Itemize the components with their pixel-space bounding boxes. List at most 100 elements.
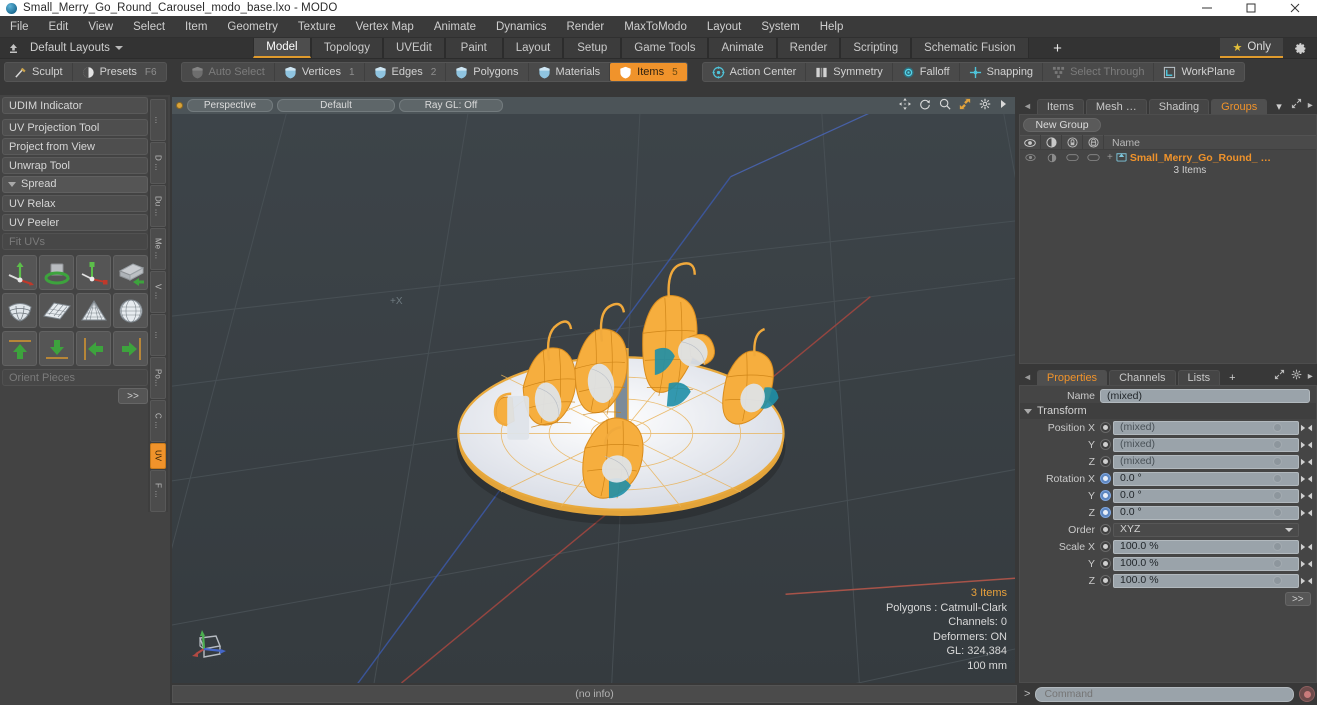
- layout-tab-model[interactable]: Model: [252, 38, 311, 58]
- transform-section-header[interactable]: Transform: [1020, 403, 1316, 419]
- left-vtab-7[interactable]: C …: [150, 400, 166, 442]
- more-icon[interactable]: ▸: [1308, 371, 1313, 382]
- toolbar-button-edges[interactable]: Edges 2: [365, 63, 447, 81]
- layout-tab-setup[interactable]: Setup: [563, 38, 622, 58]
- property-value-field[interactable]: 0.0 °: [1113, 488, 1299, 503]
- view-mode-selector[interactable]: Perspective: [187, 99, 273, 112]
- left-vtab-0[interactable]: …: [150, 99, 166, 141]
- toolbar-button-items[interactable]: Items 5: [610, 63, 687, 81]
- property-value-field[interactable]: XYZ: [1113, 522, 1299, 537]
- tab-lists[interactable]: Lists: [1177, 370, 1221, 385]
- menu-item-dynamics[interactable]: Dynamics: [486, 16, 556, 38]
- property-value-field[interactable]: 100.0 %: [1113, 556, 1299, 571]
- toolbar-button-falloff[interactable]: Falloff: [893, 63, 960, 81]
- uv-scale-icon[interactable]: [76, 255, 111, 290]
- expand-icon[interactable]: [1291, 98, 1302, 112]
- name-field[interactable]: (mixed): [1100, 389, 1310, 403]
- chevron-down-icon[interactable]: ▾: [1269, 99, 1289, 114]
- menu-item-maxtomodo[interactable]: MaxToModo: [614, 16, 697, 38]
- property-channel-toggle[interactable]: [1100, 439, 1111, 450]
- row-visibility-toggle[interactable]: [1020, 150, 1041, 165]
- expand-icon[interactable]: [1274, 369, 1285, 383]
- property-value-field[interactable]: (mixed): [1113, 437, 1299, 452]
- property-spinner[interactable]: [1299, 506, 1314, 520]
- layout-tab-layout[interactable]: Layout: [502, 38, 564, 58]
- property-keyframe-dot[interactable]: [1272, 423, 1282, 432]
- property-keyframe-dot[interactable]: [1272, 576, 1282, 585]
- toolbar-button-polygons[interactable]: Polygons: [446, 63, 529, 81]
- uv-grid-sphere-icon[interactable]: [113, 293, 148, 328]
- property-value-field[interactable]: 0.0 °: [1113, 471, 1299, 486]
- toolbar-button-select-through[interactable]: Select Through: [1043, 63, 1155, 81]
- uv-grid-cone-icon[interactable]: [76, 293, 111, 328]
- menu-item-file[interactable]: File: [0, 16, 39, 38]
- maximize-button[interactable]: [1229, 0, 1273, 16]
- property-value-field[interactable]: 100.0 %: [1113, 539, 1299, 554]
- shading-preset-selector[interactable]: Default: [277, 99, 395, 112]
- toolbar-button-vertices[interactable]: Vertices 1: [275, 63, 365, 81]
- layout-tab-render[interactable]: Render: [776, 38, 841, 58]
- property-channel-toggle[interactable]: [1100, 507, 1111, 518]
- orient-pieces-button[interactable]: Orient Pieces: [2, 369, 148, 386]
- property-keyframe-dot[interactable]: [1272, 508, 1282, 517]
- property-value-field[interactable]: 100.0 %: [1113, 573, 1299, 588]
- left-vtab-2[interactable]: Du …: [150, 185, 166, 227]
- menu-item-animate[interactable]: Animate: [424, 16, 486, 38]
- only-toggle-button[interactable]: ★ Only: [1220, 38, 1283, 58]
- property-value-field[interactable]: (mixed): [1113, 454, 1299, 469]
- property-channel-toggle[interactable]: [1100, 490, 1111, 501]
- property-keyframe-dot[interactable]: [1272, 491, 1282, 500]
- menu-item-edit[interactable]: Edit: [39, 16, 79, 38]
- new-group-button[interactable]: New Group: [1023, 118, 1101, 132]
- layout-tab-game-tools[interactable]: Game Tools: [621, 38, 709, 58]
- chevron-down-icon[interactable]: [1284, 527, 1293, 532]
- pan-icon[interactable]: [899, 98, 911, 113]
- menu-item-help[interactable]: Help: [810, 16, 854, 38]
- property-channel-toggle[interactable]: [1100, 473, 1111, 484]
- layout-tab-scripting[interactable]: Scripting: [840, 38, 912, 58]
- menu-item-texture[interactable]: Texture: [288, 16, 346, 38]
- row-lock-toggle[interactable]: [1062, 150, 1083, 165]
- toolbar-button-presets[interactable]: Presets F6: [73, 63, 166, 81]
- menu-item-system[interactable]: System: [751, 16, 809, 38]
- command-input[interactable]: [1035, 686, 1294, 702]
- more-icon[interactable]: [999, 99, 1007, 112]
- toolbar-button-workplane[interactable]: WorkPlane: [1154, 63, 1244, 81]
- tab-shading[interactable]: Shading: [1148, 99, 1210, 114]
- left-vtab-4[interactable]: V …: [150, 271, 166, 313]
- zoom-icon[interactable]: [939, 98, 951, 113]
- property-keyframe-dot[interactable]: [1272, 457, 1282, 466]
- property-channel-toggle[interactable]: [1100, 575, 1111, 586]
- viewport-settings-icon[interactable]: [979, 98, 991, 113]
- project-from-view-button[interactable]: Project from View: [2, 138, 148, 155]
- align-up-icon[interactable]: [2, 331, 37, 366]
- lock-icon[interactable]: [1062, 135, 1083, 150]
- table-row[interactable]: + Small_Merry_Go_Round_ …: [1020, 150, 1316, 165]
- property-keyframe-dot[interactable]: [1272, 474, 1282, 483]
- property-channel-toggle[interactable]: [1100, 524, 1111, 535]
- udim-indicator-button[interactable]: UDIM Indicator: [2, 97, 148, 114]
- raygl-toggle[interactable]: Ray GL: Off: [399, 99, 503, 112]
- uv-flip-icon[interactable]: [113, 255, 148, 290]
- layout-tab-uvedit[interactable]: UVEdit: [382, 38, 445, 58]
- tab-items[interactable]: Items: [1036, 99, 1084, 114]
- more-icon[interactable]: ▸: [1308, 100, 1313, 111]
- align-left-icon[interactable]: [76, 331, 111, 366]
- property-spinner[interactable]: [1299, 540, 1314, 554]
- layout-home-icon[interactable]: [0, 38, 26, 58]
- unwrap-tool-button[interactable]: Unwrap Tool: [2, 157, 148, 174]
- property-keyframe-dot[interactable]: [1272, 559, 1282, 568]
- left-vtab-5[interactable]: …: [150, 314, 166, 356]
- toolbar-button-auto-select[interactable]: Auto Select: [182, 63, 275, 81]
- property-channel-toggle[interactable]: [1100, 558, 1111, 569]
- uv-projection-tool-button[interactable]: UV Projection Tool: [2, 119, 148, 136]
- property-spinner[interactable]: [1299, 472, 1314, 486]
- menu-item-vertex-map[interactable]: Vertex Map: [346, 16, 424, 38]
- property-spinner[interactable]: [1299, 455, 1314, 469]
- tab-channels[interactable]: Channels: [1109, 370, 1176, 385]
- property-channel-toggle[interactable]: [1100, 456, 1111, 467]
- tab-groups[interactable]: Groups: [1211, 99, 1268, 114]
- left-vtab-6[interactable]: Po…: [150, 357, 166, 399]
- properties-collapse-icon[interactable]: ◄: [1023, 372, 1035, 385]
- property-spinner[interactable]: [1299, 574, 1314, 588]
